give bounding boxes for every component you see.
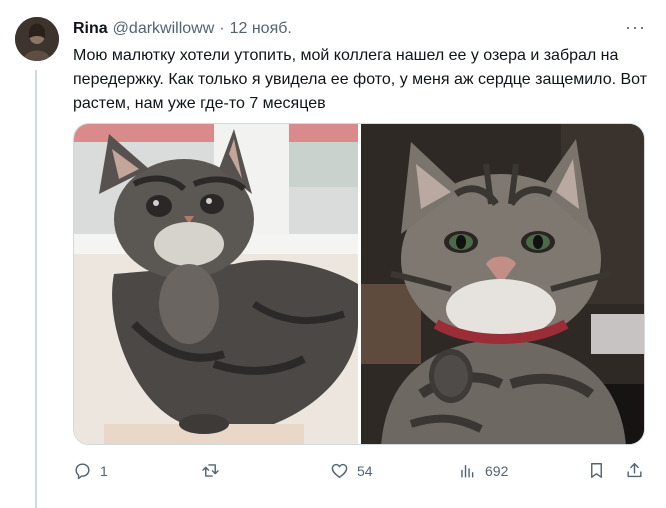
views-button[interactable]: 692 — [458, 461, 508, 480]
author-name[interactable]: Rina — [73, 20, 108, 38]
share-icon — [627, 463, 642, 478]
thread-line — [35, 70, 37, 508]
bookmark-icon — [591, 463, 602, 478]
reply-icon — [75, 463, 90, 480]
bookmark-button[interactable] — [587, 461, 606, 480]
views-icon — [461, 465, 474, 478]
like-count: 54 — [357, 462, 373, 479]
like-button[interactable]: 54 — [330, 461, 373, 480]
retweet-button[interactable] — [201, 461, 228, 480]
reply-button[interactable]: 1 — [73, 461, 108, 480]
share-button[interactable] — [625, 461, 644, 480]
reply-count: 1 — [100, 462, 108, 479]
separator-dot: · — [219, 20, 225, 37]
author-handle[interactable]: @darkwilloww — [113, 20, 215, 38]
views-count: 692 — [485, 462, 509, 479]
heart-icon — [331, 463, 348, 478]
tweet-date[interactable]: 12 нояб. — [230, 20, 292, 38]
avatar[interactable] — [15, 17, 59, 61]
tweet-media[interactable] — [73, 123, 645, 445]
more-options-icon[interactable]: ··· — [625, 17, 646, 37]
grown-cat-photo[interactable] — [360, 124, 644, 444]
tweet-text: Мою малютку хотели утопить, мой коллега … — [73, 47, 648, 112]
tweet-header: Rina @darkwilloww · 12 нояб. — [73, 19, 646, 39]
retweet-icon — [202, 464, 219, 477]
kitten-photo[interactable] — [74, 124, 358, 444]
